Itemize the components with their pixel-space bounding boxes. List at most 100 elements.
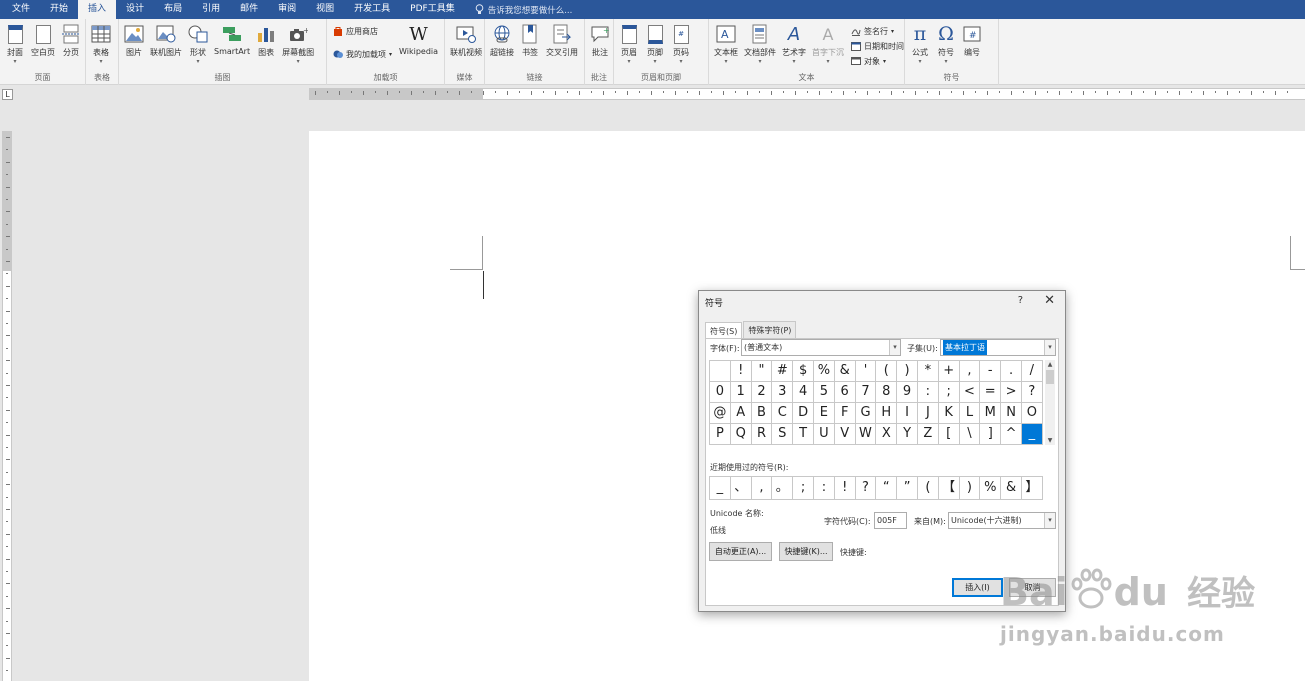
symbol-cell[interactable]: Q xyxy=(730,424,752,445)
from-select[interactable]: Unicode(十六进制) ▾ xyxy=(948,512,1056,529)
symbol-cell[interactable]: ' xyxy=(855,361,877,382)
close-icon[interactable]: ✕ xyxy=(1044,293,1055,308)
tab-special-characters[interactable]: 特殊字符(P) xyxy=(743,321,797,339)
symbol-cell[interactable]: \ xyxy=(959,424,981,445)
date-time-button[interactable]: 日期和时间 xyxy=(851,40,904,52)
symbol-cell[interactable]: G xyxy=(855,403,877,424)
tab-0[interactable]: 文件 xyxy=(2,0,40,19)
tell-me-box[interactable]: 告诉我您想要做什么... xyxy=(475,4,572,16)
symbol-cell[interactable]: [ xyxy=(938,424,960,445)
symbol-cell[interactable]: B xyxy=(751,403,773,424)
font-select[interactable]: (普通文本) ▾ xyxy=(741,339,901,356)
symbol-cell[interactable]: % xyxy=(813,361,835,382)
tab-4[interactable]: 布局 xyxy=(154,0,192,19)
shortcut-key-button[interactable]: 快捷键(K)... xyxy=(779,542,833,561)
symbol-cell[interactable]: L xyxy=(959,403,981,424)
tab-6[interactable]: 邮件 xyxy=(230,0,268,19)
symbol-cell[interactable]: ; xyxy=(938,382,960,403)
recent-symbol-cell[interactable]: ! xyxy=(834,477,856,500)
symbol-cell[interactable]: N xyxy=(1001,403,1022,424)
symbol-cell[interactable]: . xyxy=(1001,361,1022,382)
recent-symbol-cell[interactable]: “ xyxy=(876,477,898,500)
tab-2[interactable]: 插入 xyxy=(78,0,117,19)
symbol-cell[interactable]: 2 xyxy=(751,382,773,403)
symbol-cell[interactable]: 8 xyxy=(876,382,898,403)
char-code-input[interactable]: 005F xyxy=(874,512,907,529)
recent-symbol-cell[interactable]: ) xyxy=(959,477,981,500)
symbol-cell[interactable]: S xyxy=(772,424,794,445)
symbol-cell[interactable]: J xyxy=(917,403,939,424)
symbol-cell[interactable]: # xyxy=(772,361,794,382)
tab-9[interactable]: 开发工具 xyxy=(344,0,400,19)
symbol-cell[interactable]: : xyxy=(917,382,939,403)
symbol-cell[interactable]: & xyxy=(834,361,856,382)
symbol-cell[interactable]: @ xyxy=(710,403,731,424)
recent-symbol-cell[interactable]: _ xyxy=(710,477,731,500)
symbol-cell[interactable]: ? xyxy=(1021,382,1043,403)
symbol-cell[interactable]: / xyxy=(1021,361,1043,382)
recent-symbol-cell[interactable]: ? xyxy=(855,477,877,500)
symbol-cell[interactable]: Z xyxy=(917,424,939,445)
horizontal-ruler[interactable] xyxy=(309,88,1305,100)
symbol-cell[interactable]: F xyxy=(834,403,856,424)
signature-line-button[interactable]: 签名行 ▾ xyxy=(851,25,904,37)
symbol-cell[interactable]: * xyxy=(917,361,939,382)
symbol-cell[interactable]: X xyxy=(876,424,898,445)
symbol-cell[interactable]: I xyxy=(897,403,918,424)
recent-symbol-cell[interactable]: 【 xyxy=(938,477,960,500)
symbol-cell[interactable]: < xyxy=(959,382,981,403)
tab-7[interactable]: 审阅 xyxy=(268,0,306,19)
symbol-cell[interactable]: ] xyxy=(980,424,1002,445)
symbol-cell[interactable]: 6 xyxy=(834,382,856,403)
symbol-cell[interactable]: ^ xyxy=(1001,424,1022,445)
recent-symbol-cell[interactable]: % xyxy=(980,477,1002,500)
symbol-cell[interactable]: ( xyxy=(876,361,898,382)
symbol-cell[interactable]: 0 xyxy=(710,382,731,403)
recent-symbol-cell[interactable]: 。 xyxy=(772,477,794,500)
symbol-cell[interactable]: _ xyxy=(1021,424,1043,445)
symbol-cell[interactable]: > xyxy=(1001,382,1022,403)
scroll-up-icon[interactable]: ▲ xyxy=(1045,360,1055,369)
vertical-ruler[interactable] xyxy=(2,131,12,681)
symbol-cell[interactable]: $ xyxy=(793,361,814,382)
recent-symbol-cell[interactable]: 、 xyxy=(730,477,752,500)
symbol-cell[interactable]: D xyxy=(793,403,814,424)
recent-symbol-cell[interactable]: , xyxy=(751,477,773,500)
symbol-cell[interactable]: Y xyxy=(897,424,918,445)
recent-symbol-cell[interactable]: ( xyxy=(917,477,939,500)
symbol-cell[interactable]: P xyxy=(710,424,731,445)
tab-selector[interactable]: L xyxy=(2,89,13,100)
symbol-cell[interactable]: K xyxy=(938,403,960,424)
symbol-cell[interactable]: A xyxy=(730,403,752,424)
tab-10[interactable]: PDF工具集 xyxy=(400,0,465,19)
symbol-cell[interactable]: M xyxy=(980,403,1002,424)
recent-symbol-cell[interactable]: ; xyxy=(793,477,814,500)
symbol-cell[interactable] xyxy=(710,361,731,382)
symbol-cell[interactable]: - xyxy=(980,361,1002,382)
symbol-cell[interactable]: O xyxy=(1021,403,1043,424)
symbol-cell[interactable]: , xyxy=(959,361,981,382)
symbol-cell[interactable]: ) xyxy=(897,361,918,382)
tab-5[interactable]: 引用 xyxy=(192,0,230,19)
symbol-cell[interactable]: V xyxy=(834,424,856,445)
tab-1[interactable]: 开始 xyxy=(40,0,78,19)
recent-symbol-cell[interactable]: ” xyxy=(897,477,918,500)
insert-button[interactable]: 插入(I) xyxy=(952,578,1003,597)
symbol-cell[interactable]: R xyxy=(751,424,773,445)
recent-symbol-cell[interactable]: 】 xyxy=(1021,477,1043,500)
symbol-cell[interactable]: E xyxy=(813,403,835,424)
autocorrect-button[interactable]: 自动更正(A)... xyxy=(709,542,772,561)
symbol-cell[interactable]: ! xyxy=(730,361,752,382)
symbol-cell[interactable]: " xyxy=(751,361,773,382)
symbol-cell[interactable]: H xyxy=(876,403,898,424)
symbol-cell[interactable]: C xyxy=(772,403,794,424)
recent-symbol-cell[interactable]: & xyxy=(1001,477,1022,500)
object-button[interactable]: 对象 ▾ xyxy=(851,55,904,67)
subset-select[interactable]: 基本拉丁语 ▾ xyxy=(940,339,1056,356)
tab-3[interactable]: 设计 xyxy=(116,0,154,19)
store-button[interactable]: 应用商店 xyxy=(333,25,392,37)
symbol-cell[interactable]: 9 xyxy=(897,382,918,403)
symbol-cell[interactable]: + xyxy=(938,361,960,382)
symbol-cell[interactable]: 3 xyxy=(772,382,794,403)
symbol-cell[interactable]: 5 xyxy=(813,382,835,403)
